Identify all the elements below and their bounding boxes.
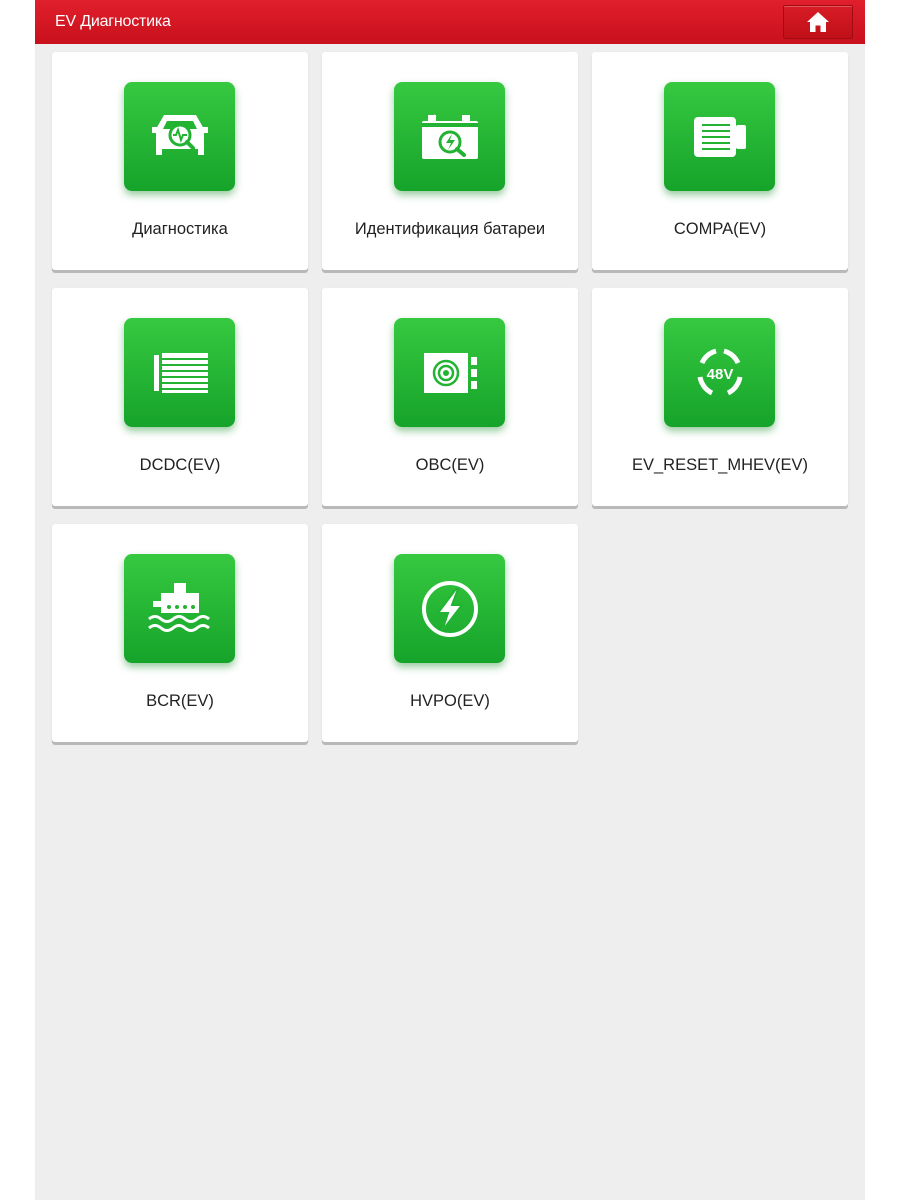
svg-text:+: + bbox=[432, 112, 437, 121]
tile-label: COMPA(EV) bbox=[673, 220, 767, 238]
car-diagnostics-icon bbox=[124, 82, 235, 191]
tile-obc[interactable]: OBC(EV) bbox=[322, 288, 578, 506]
dcdc-converter-icon bbox=[124, 318, 235, 427]
home-icon bbox=[806, 11, 830, 33]
page-title: EV Диагностика bbox=[55, 13, 171, 30]
high-voltage-power-icon bbox=[394, 554, 505, 663]
tile-bcr[interactable]: BCR(EV) bbox=[52, 524, 308, 742]
tile-label: OBC(EV) bbox=[415, 456, 485, 474]
app-screen: EV Диагностика Диагностика + Идентификац… bbox=[35, 0, 865, 1200]
tile-hvpo[interactable]: HVPO(EV) bbox=[322, 524, 578, 742]
battery-search-icon: + bbox=[394, 82, 505, 191]
48v-reset-icon: 48V bbox=[664, 318, 775, 427]
compressor-icon bbox=[664, 82, 775, 191]
home-button[interactable] bbox=[783, 5, 853, 39]
tile-label: HVPO(EV) bbox=[410, 692, 490, 710]
tile-label: BCR(EV) bbox=[146, 692, 214, 710]
tile-diagnostics[interactable]: Диагностика bbox=[52, 52, 308, 270]
tile-label: Идентификация батареи bbox=[354, 220, 546, 238]
tile-label: EV_RESET_MHEV(EV) bbox=[631, 456, 809, 474]
title-bar: EV Диагностика bbox=[35, 0, 865, 44]
onboard-charger-icon bbox=[394, 318, 505, 427]
coolant-temperature-icon bbox=[124, 554, 235, 663]
tile-compa[interactable]: COMPA(EV) bbox=[592, 52, 848, 270]
tile-dcdc[interactable]: DCDC(EV) bbox=[52, 288, 308, 506]
tile-ev-reset-mhev[interactable]: 48V EV_RESET_MHEV(EV) bbox=[592, 288, 848, 506]
tile-battery-identification[interactable]: + Идентификация батареи bbox=[322, 52, 578, 270]
svg-text:48V: 48V bbox=[706, 366, 733, 383]
tile-label: Диагностика bbox=[132, 220, 228, 238]
tile-label: DCDC(EV) bbox=[139, 456, 221, 474]
